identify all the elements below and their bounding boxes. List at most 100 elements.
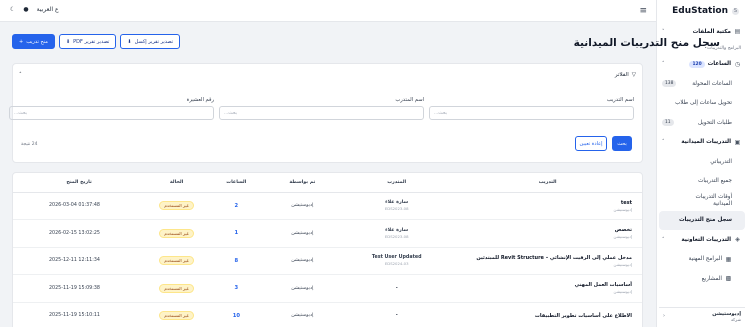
sidebar-item-label: المشاريع	[701, 275, 722, 282]
user-profile[interactable]: إديوستيشن شركة ‹	[659, 307, 745, 324]
training-provider: إديوستيشن	[613, 206, 632, 212]
top-bar: ☾ ● العربية ع ≡	[0, 0, 656, 22]
sidebar-item[interactable]: ◈ التدريبات التعاونية ˄	[659, 230, 745, 250]
sidebar-item[interactable]: ▦ البرامج المهنية	[659, 250, 745, 270]
training-name[interactable]: مدخل عملي إلى الرفيت الإنشائي – Revit St…	[453, 255, 632, 261]
reset-button[interactable]: إعادة تعيين	[575, 136, 607, 151]
sidebar-item[interactable]: تحويل ساعات إلى طلاب	[659, 94, 745, 114]
trainee-name: سارة علاء	[385, 227, 409, 233]
book-icon: ▦	[725, 255, 732, 263]
chevron-icon[interactable]: ˄	[662, 61, 665, 67]
plus-icon: +	[19, 38, 24, 45]
moon-icon[interactable]: ☾	[10, 6, 15, 13]
table-row: تخصص إديوستيشن سارة علاء EDS2023-08 إديوستيش…	[13, 219, 642, 248]
folder-icon: ▤	[734, 28, 741, 36]
trainee-cell: -	[340, 302, 454, 327]
brand-title: EduStation	[672, 6, 728, 16]
chevron-icon[interactable]: ˄	[662, 237, 665, 243]
sidebar-item-label: مكتبة الملفات	[692, 28, 731, 35]
sidebar-item-main: سجل منح التدريبات	[679, 217, 732, 223]
chevron-up-icon[interactable]: ˄	[19, 72, 22, 78]
hours-cell: 10	[208, 302, 265, 327]
sidebar-item[interactable]: التدريباتي	[659, 152, 745, 172]
sidebar-item[interactable]: أوقات التدريبات الميدانية	[659, 191, 745, 211]
training-cell: تخصص إديوستيشن	[453, 219, 642, 248]
action-button[interactable]: منح تدريب +	[12, 34, 55, 49]
count-badge: 138	[662, 80, 677, 88]
count-badge: 11	[662, 119, 674, 127]
sidebar-item[interactable]: سجل منح التدريبات	[659, 210, 745, 230]
status-cell: غير المستخدم	[145, 219, 209, 248]
action-button-label: تصدير تقرير PDF	[73, 38, 110, 45]
sidebar-item-label: الساعات	[707, 61, 731, 68]
status-cell: غير المستخدم	[145, 302, 209, 327]
grant-date-cell: 2026-02-15 13:02:25	[13, 219, 146, 248]
training-name[interactable]: تخصص	[453, 227, 632, 233]
filter-field-trainee: اسم المتدرب بحث...	[219, 97, 424, 120]
hours-link[interactable]: 3	[235, 285, 239, 291]
status-badge: غير المستخدم	[159, 311, 194, 321]
hours-link[interactable]: 2	[235, 203, 239, 209]
trainee-name-input[interactable]: بحث...	[219, 106, 424, 120]
menu-icon[interactable]: ≡	[639, 6, 647, 16]
status-cell: غير المستخدم	[145, 247, 209, 275]
trainee-id: EDS2024-03	[384, 261, 409, 267]
hours-link[interactable]: 8	[235, 258, 239, 264]
trainee-cell: سارة علاء EDS2023-08	[340, 192, 454, 220]
grid-icon: ▩	[725, 275, 732, 283]
chevron-icon[interactable]: ˅	[662, 29, 665, 35]
training-name-input[interactable]: بحث...	[429, 106, 634, 120]
language-switcher[interactable]: العربية ع	[37, 6, 59, 13]
filter-label: رقم العشيرة	[186, 97, 214, 103]
table-row: مدخل عملي إلى الرفيت الإنشائي – Revit St…	[13, 247, 642, 275]
download-icon: ⬇	[65, 38, 71, 45]
trainee-cell: -	[340, 274, 454, 303]
sidebar-item[interactable]: ▩ المشاريع	[659, 269, 745, 289]
action-button[interactable]: تصدير تقرير إكسل ⬇	[120, 34, 181, 49]
granted-by-cell: إديوستيشن	[264, 247, 341, 275]
trainee-name: -	[395, 285, 398, 291]
action-button[interactable]: تصدير تقرير PDF ⬇	[58, 34, 117, 49]
training-cell: الاطلاع على أساسيات تطوير التطبيقات	[453, 302, 642, 327]
status-badge: غير المستخدم	[159, 256, 194, 266]
brand-logo-icon: S	[732, 7, 739, 15]
sidebar-item-main: ◈ التدريبات التعاونية	[681, 236, 741, 243]
sidebar-item-label: التدريبات الميدانية	[681, 139, 731, 146]
filter-card: ▽ الفلاتر ˄ اسم التدريب بحث... اسم المتد…	[9, 63, 643, 163]
filter-header[interactable]: ▽ الفلاتر ˄	[19, 72, 636, 78]
grant-date-cell: 2025-11-19 15:09:38	[13, 274, 146, 303]
sidebar-item-main: ◷ الساعات 120	[689, 60, 741, 68]
training-cell: أساسيات العمل المهني إديوستيشن	[453, 274, 642, 303]
sidebar-item-label: تحويل ساعات إلى طلاب	[675, 100, 732, 107]
training-provider: إديوستيشن	[613, 261, 632, 267]
table-row: أساسيات العمل المهني إديوستيشن - إديوستيشن 3…	[13, 274, 642, 303]
training-cell: مدخل عملي إلى الرفيت الإنشائي – Revit St…	[453, 247, 642, 275]
sidebar-item[interactable]: الساعات المحولة 138	[659, 74, 745, 94]
sidebar-item[interactable]: طلبات التحويل 11	[659, 113, 745, 133]
sidebar-item-main: أوقات التدريبات الميدانية	[682, 194, 732, 208]
trainee-id: EDS2023-08	[384, 233, 409, 239]
grant-date-cell: 2025-11-19 15:10:11	[13, 302, 146, 327]
training-name[interactable]: أساسيات العمل المهني	[453, 282, 632, 288]
download-icon: ⬇	[127, 38, 132, 45]
hours-link[interactable]: 10	[233, 313, 240, 319]
briefcase-icon: ▣	[734, 138, 741, 146]
trainee-id: EDS2023-08	[384, 206, 409, 212]
hours-link[interactable]: 1	[235, 230, 239, 236]
trainee-name: سارة علاء	[385, 200, 409, 206]
bell-icon[interactable]: ●	[23, 6, 28, 13]
sidebar-item[interactable]: ▣ التدريبات الميدانية ˄	[659, 133, 745, 153]
training-cell: test إديوستيشن	[453, 192, 642, 220]
hours-cell: 3	[208, 274, 265, 303]
sidebar-item[interactable]: ◷ الساعات 120 ˄	[659, 55, 745, 75]
sidebar-item[interactable]: جميع التدريبات	[659, 172, 745, 192]
training-name[interactable]: test	[453, 200, 632, 206]
sidebar-item-label: الساعات المحولة	[692, 80, 732, 87]
chevron-icon[interactable]: ˄	[662, 139, 665, 145]
column-header: الساعات	[208, 173, 265, 193]
search-button[interactable]: بحث	[612, 136, 632, 151]
training-name[interactable]: الاطلاع على أساسيات تطوير التطبيقات	[453, 313, 632, 319]
grant-date-cell: 2026-03-04 01:37:48	[13, 192, 146, 220]
filter-icon: ▽	[631, 72, 636, 78]
clan-number-input[interactable]: بحث...	[9, 106, 214, 120]
